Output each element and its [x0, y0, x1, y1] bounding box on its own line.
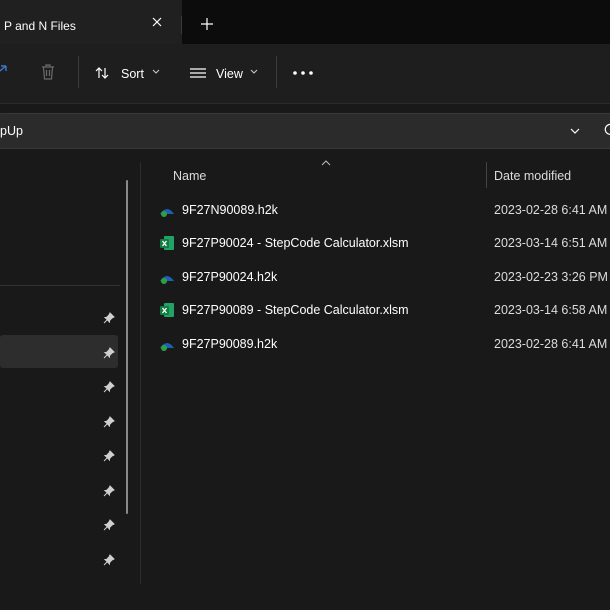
refresh-icon[interactable]: [603, 122, 610, 138]
pin-icon[interactable]: [103, 519, 115, 531]
share-icon[interactable]: [0, 64, 8, 80]
file-row[interactable]: 9F27P90089 - StepCode Calculator.xlsm 20…: [150, 294, 610, 327]
close-icon[interactable]: [149, 14, 165, 30]
file-name: 9F27P90024.h2k: [182, 270, 278, 284]
nav-separator: [0, 285, 120, 286]
file-row[interactable]: 9F27P90024.h2k 2023-02-23 3:26 PM: [150, 261, 610, 294]
file-name: 9F27P90024 - StepCode Calculator.xlsm: [182, 236, 409, 250]
file-name: 9F27N90089.h2k: [182, 203, 278, 217]
status-bar: [0, 584, 610, 610]
sort-button[interactable]: Sort: [94, 61, 166, 85]
chevron-down-icon: [152, 69, 160, 74]
sort-ascending-icon: [321, 160, 331, 166]
column-header-date-modified[interactable]: Date modified: [494, 169, 571, 183]
h2k-file-icon: [160, 209, 174, 217]
h2k-file-icon: [160, 343, 174, 351]
sort-label: Sort: [121, 67, 144, 81]
file-date: 2023-03-14 6:58 AM: [494, 303, 608, 317]
pin-icon[interactable]: [103, 416, 115, 428]
command-separator: [78, 56, 79, 88]
file-name: 9F27P90089 - StepCode Calculator.xlsm: [182, 303, 409, 317]
pin-icon[interactable]: [103, 347, 115, 359]
file-date: 2023-02-28 6:41 AM: [494, 203, 608, 217]
pin-icon[interactable]: [103, 312, 115, 324]
file-row[interactable]: 9F27P90024 - StepCode Calculator.xlsm 20…: [150, 227, 610, 260]
pin-icon[interactable]: [103, 485, 115, 497]
chevron-down-icon: [250, 69, 258, 74]
view-lines-icon: [190, 68, 206, 78]
command-separator: [276, 56, 277, 88]
file-name: 9F27P90089.h2k: [182, 337, 278, 351]
file-row[interactable]: 9F27N90089.h2k 2023-02-28 6:41 AM: [150, 194, 610, 227]
tab-title: P and N Files: [4, 19, 76, 33]
pin-icon[interactable]: [103, 554, 115, 566]
excel-file-icon: [160, 236, 174, 250]
address-path[interactable]: pUp: [0, 124, 23, 138]
tab-separator: [181, 16, 182, 34]
view-label: View: [216, 67, 243, 81]
pin-icon[interactable]: [103, 450, 115, 462]
column-header-name[interactable]: Name: [173, 169, 206, 183]
plus-icon[interactable]: [199, 16, 215, 32]
view-button[interactable]: View: [189, 61, 265, 85]
excel-file-icon: [160, 303, 174, 317]
navigation-pane: [0, 162, 141, 584]
sort-arrows-icon: [95, 67, 109, 79]
file-date: 2023-02-23 3:26 PM: [494, 270, 608, 284]
nav-scrollbar[interactable]: [126, 180, 128, 514]
address-bar[interactable]: [0, 113, 610, 149]
trash-icon[interactable]: [40, 63, 56, 81]
nav-item-selected[interactable]: [0, 335, 118, 368]
chevron-down-icon[interactable]: [568, 126, 582, 136]
more-dots-icon[interactable]: [291, 66, 315, 80]
h2k-file-icon: [160, 276, 174, 284]
file-date: 2023-02-28 6:41 AM: [494, 337, 608, 351]
file-row[interactable]: 9F27P90089.h2k 2023-02-28 6:41 AM: [150, 328, 610, 361]
file-date: 2023-03-14 6:51 AM: [494, 236, 608, 250]
pin-icon[interactable]: [103, 381, 115, 393]
column-divider[interactable]: [486, 162, 487, 188]
